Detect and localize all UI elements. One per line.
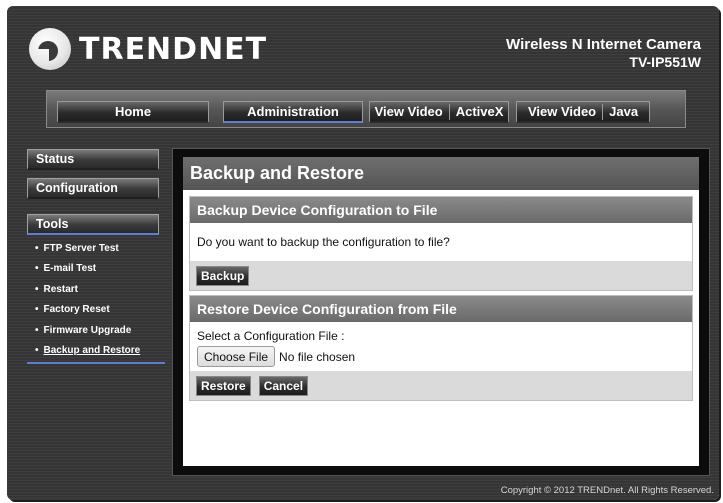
backup-actions: Backup [190,261,692,290]
nav-view-video-label: View Video [527,104,597,119]
product-model: TV-IP551W [629,54,701,70]
sidebar-configuration[interactable]: Configuration [27,178,159,199]
nav-separator [602,103,604,120]
bullet-icon: • [35,242,39,254]
trendnet-logo: TRENDNET [29,28,267,70]
sidebar-item-backup-and-restore[interactable]: • Backup and Restore [27,341,165,362]
sidebar-item-label: Restart [43,283,78,295]
logo-text: TRENDNET [79,31,268,67]
backup-section-heading: Backup Device Configuration to File [190,197,692,223]
sidebar-item-label: Firmware Upgrade [43,324,132,336]
nav-view-video-java[interactable]: View Video Java [516,101,650,123]
sidebar-item-label: Backup and Restore [43,345,141,357]
page-title: Backup and Restore [183,157,699,190]
backup-button[interactable]: Backup [196,265,250,286]
tools-submenu: • FTP Server Test • E-mail Test • Restar… [27,238,165,364]
submenu-divider [27,362,165,364]
nav-view-video-label: View Video [374,104,443,119]
sidebar-configuration-label: Configuration [36,181,118,195]
nav-administration[interactable]: Administration [223,101,363,123]
backup-section-body: Do you want to backup the configuration … [190,223,692,261]
product-info: Wireless N Internet Camera TV-IP551W [506,36,701,70]
bullet-icon: • [35,324,39,336]
file-picker: Choose File No file chosen [197,346,692,367]
sidebar-item-label: Factory Reset [43,304,110,316]
trendnet-logo-icon [29,28,71,70]
restore-section-heading: Restore Device Configuration from File [190,296,692,322]
sidebar-item-email-test[interactable]: • E-mail Test [27,259,165,280]
sidebar-item-firmware-upgrade[interactable]: • Firmware Upgrade [27,320,165,341]
sidebar-status[interactable]: Status [27,149,159,170]
nav-view-video-activex[interactable]: View Video ActiveX [369,101,509,123]
sidebar-item-ftp-server-test[interactable]: • FTP Server Test [27,238,165,259]
restore-actions: Restore Cancel [190,371,692,400]
nav-separator [448,103,450,120]
nav-home[interactable]: Home [57,101,209,123]
restore-section: Restore Device Configuration from File S… [189,295,693,401]
choose-file-button[interactable]: Choose File [197,346,276,367]
top-nav: Home Administration View Video ActiveX V… [46,90,686,128]
content-panel: Backup and Restore Backup Device Configu… [183,157,699,466]
backup-section: Backup Device Configuration to File Do y… [189,196,693,291]
restore-button[interactable]: Restore [196,375,251,396]
sidebar-item-factory-reset[interactable]: • Factory Reset [27,300,165,321]
product-name: Wireless N Internet Camera [506,36,701,53]
bullet-icon: • [35,345,39,357]
file-status: No file chosen [279,349,356,364]
select-file-label: Select a Configuration File : [197,329,345,343]
restore-section-body: Select a Configuration File : Choose Fil… [190,322,692,371]
bullet-icon: • [35,304,39,316]
sidebar-item-label: FTP Server Test [43,242,119,254]
nav-administration-label: Administration [247,104,339,119]
bullet-icon: • [35,283,39,295]
bullet-icon: • [35,263,39,275]
nav-home-label: Home [114,104,152,119]
nav-activex-label: ActiveX [455,104,504,119]
sidebar-item-label: E-mail Test [43,263,97,275]
app-frame: TRENDNET Wireless N Internet Camera TV-I… [7,6,719,500]
sidebar-tools[interactable]: Tools [27,214,159,235]
nav-java-label: Java [609,104,639,119]
copyright-footer: Copyright © 2012 TRENDnet. All Rights Re… [500,485,714,496]
sidebar-status-label: Status [36,152,75,166]
sidebar-item-restart[interactable]: • Restart [27,279,165,300]
sidebar-tools-label: Tools [36,217,69,231]
cancel-button[interactable]: Cancel [258,375,309,396]
backup-question: Do you want to backup the configuration … [197,235,450,249]
